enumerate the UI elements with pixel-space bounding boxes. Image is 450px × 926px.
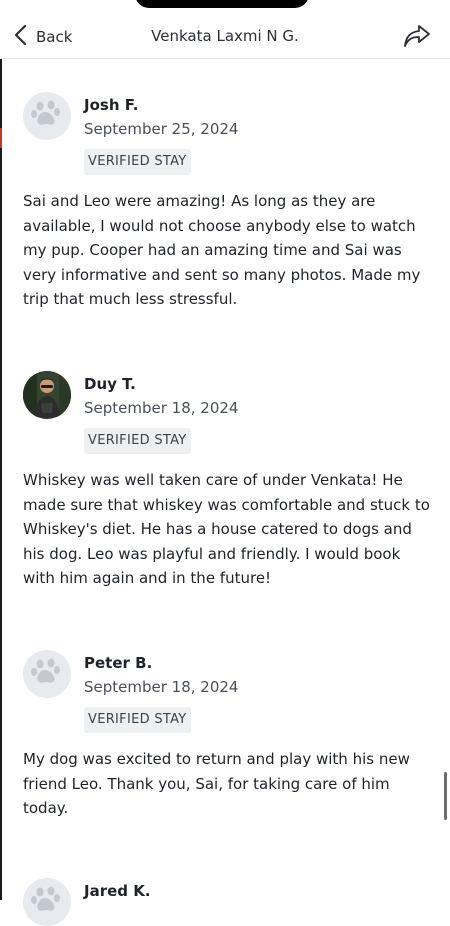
scrollbar[interactable]	[444, 772, 447, 820]
review-text: Whiskey was well taken care of under Ven…	[23, 471, 430, 587]
avatar	[23, 878, 71, 926]
review-date: September 18, 2024	[84, 399, 239, 417]
review-text: My dog was excited to return and play wi…	[23, 750, 410, 817]
page-title: Venkata Laxmi N G.	[151, 27, 299, 45]
left-edge-accent	[0, 128, 2, 148]
share-icon	[402, 25, 432, 54]
share-button[interactable]	[402, 22, 432, 50]
verified-stay-badge: VERIFIED STAY	[84, 707, 191, 733]
user-photo	[23, 371, 71, 419]
reviewer-name: Jared K.	[84, 882, 151, 900]
avatar	[23, 650, 71, 698]
paw-icon	[23, 92, 71, 140]
paw-icon	[23, 878, 71, 926]
avatar	[23, 92, 71, 140]
avatar	[23, 371, 71, 419]
reviewer-name: Josh F.	[84, 96, 139, 114]
review-text: Sai and Leo were amazing! As long as the…	[23, 192, 421, 308]
paw-icon	[23, 650, 71, 698]
verified-stay-badge: VERIFIED STAY	[84, 428, 191, 454]
review-date: September 18, 2024	[84, 678, 239, 696]
review-date: September 25, 2024	[84, 120, 239, 138]
reviewer-name: Peter B.	[84, 654, 153, 672]
reviewer-name: Duy T.	[84, 375, 136, 393]
verified-stay-badge: VERIFIED STAY	[84, 149, 191, 175]
top-navigation-bar: Back Venkata Laxmi N G.	[0, 0, 450, 59]
device-notch	[135, 0, 309, 8]
